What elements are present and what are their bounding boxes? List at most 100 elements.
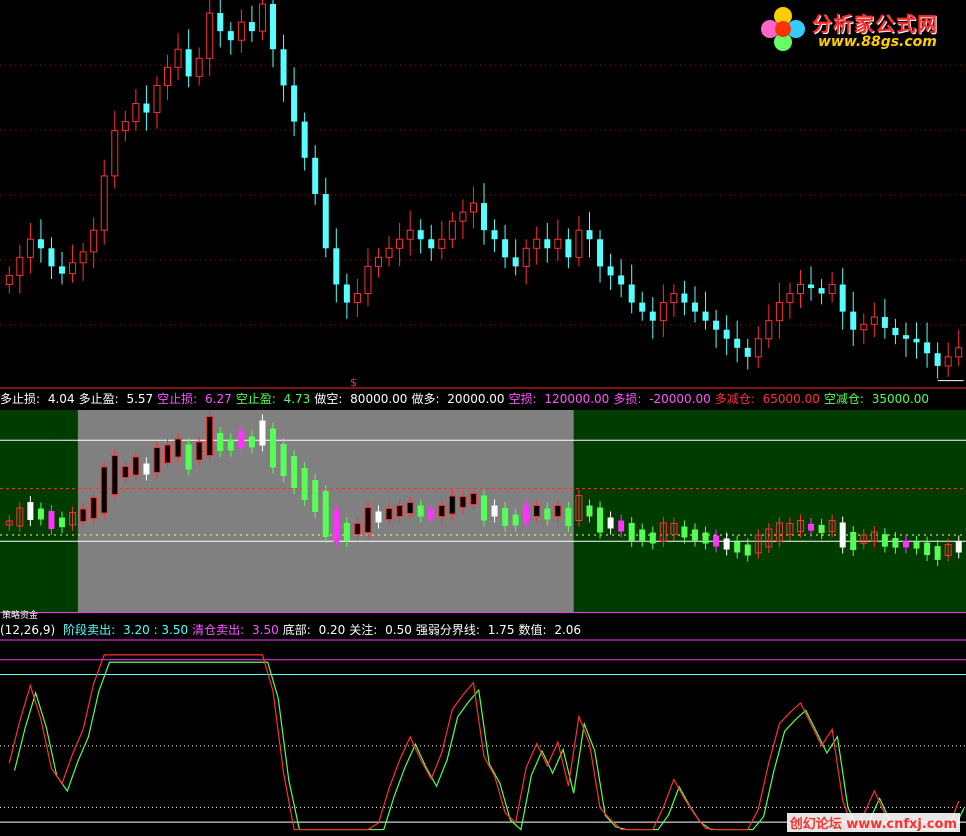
strategy-candle xyxy=(502,508,509,526)
price-candle xyxy=(902,335,909,339)
price-candle xyxy=(16,256,24,276)
strategy-panel xyxy=(0,410,966,612)
strategy-candle xyxy=(301,468,308,500)
strategy-candle xyxy=(343,523,350,541)
price-candle xyxy=(754,338,762,358)
strategy-candle xyxy=(333,510,340,542)
strategy-candle xyxy=(469,493,477,505)
info-bar-item: 多止损: xyxy=(0,392,44,406)
strategy-candle xyxy=(406,502,414,514)
price-candle xyxy=(723,329,730,339)
price-candle xyxy=(828,283,836,295)
strategy-candle xyxy=(79,508,87,522)
price-candle xyxy=(90,229,98,253)
logo-url: www.88gs.com xyxy=(818,34,937,50)
price-candle xyxy=(713,320,720,330)
price-candle xyxy=(628,284,635,303)
price-candle xyxy=(121,121,129,132)
strategy-candle xyxy=(913,541,920,549)
strategy-candle xyxy=(734,541,741,553)
price-candle xyxy=(786,293,794,304)
info-bar-item: 空损: xyxy=(508,392,541,406)
info-bar-item: 做空: xyxy=(314,392,347,406)
price-candle xyxy=(944,356,952,367)
price-candle xyxy=(850,311,857,330)
strategy-candle xyxy=(195,441,203,461)
info-bar-value: 5.57 xyxy=(126,392,154,406)
strategy-candle xyxy=(481,495,487,521)
price-candle xyxy=(301,121,308,158)
strategy-candle xyxy=(417,505,424,517)
strategy-candle xyxy=(375,511,382,523)
price-candle xyxy=(491,230,498,240)
ind-bar-value: 1.75 xyxy=(487,623,515,637)
price-candle xyxy=(860,323,868,331)
price-candle xyxy=(607,266,614,276)
strategy-candle xyxy=(955,541,962,553)
strategy-candle xyxy=(438,505,446,517)
strategy-candle xyxy=(723,538,730,550)
info-bar-item: 多止盈: xyxy=(78,392,123,406)
panel2-label: 策略资金 xyxy=(2,609,38,621)
strategy-candle xyxy=(385,508,393,520)
price-candle xyxy=(448,220,456,240)
strategy-candle xyxy=(164,444,172,464)
strategy-candle xyxy=(364,507,372,533)
flower-icon xyxy=(761,7,805,51)
strategy-candle xyxy=(312,480,319,512)
price-candle xyxy=(100,175,108,231)
info-bar-value: 80000.00 xyxy=(350,392,408,406)
strategy-candle xyxy=(881,534,888,547)
ind-bar-value: 0.50 xyxy=(385,623,412,637)
strategy-candle xyxy=(459,496,467,508)
price-candle xyxy=(575,229,583,258)
strategy-candle xyxy=(217,433,224,451)
strategy-candle xyxy=(533,505,541,517)
ind-bar-value: 3.50 xyxy=(252,623,279,637)
price-candle xyxy=(913,338,920,343)
strategy-candle xyxy=(259,420,266,446)
price-candle xyxy=(659,302,667,322)
strategy-candle xyxy=(586,505,593,517)
chart-canvas: 4.49$ 策略资金 xyxy=(0,0,966,831)
price-candle xyxy=(206,12,214,59)
price-candle xyxy=(69,262,77,275)
strategy-candle xyxy=(691,529,698,541)
price-candle xyxy=(291,85,298,122)
info-bar-value: 20000.00 xyxy=(447,392,505,406)
price-candle xyxy=(870,316,878,325)
price-candle xyxy=(227,31,234,41)
price-candle xyxy=(185,49,192,77)
strategy-candle xyxy=(428,508,435,520)
strategy-candle xyxy=(597,507,604,533)
strategy-candle xyxy=(143,463,150,475)
price-candle xyxy=(364,265,372,295)
strategy-candle xyxy=(544,508,551,520)
strategy-candle xyxy=(353,523,361,535)
strategy-candle xyxy=(491,505,498,517)
strategy-candle xyxy=(808,523,815,531)
price-candle xyxy=(79,251,87,264)
indicator-panel xyxy=(0,654,966,831)
strategy-candle xyxy=(448,495,456,515)
strategy-candle xyxy=(839,522,846,548)
strategy-candle xyxy=(565,508,572,526)
price-candle xyxy=(702,311,709,321)
price-candle xyxy=(248,22,255,32)
price-candle xyxy=(818,288,825,294)
strategy-candle xyxy=(744,544,751,556)
strategy-candle xyxy=(639,529,646,541)
price-candle xyxy=(681,293,688,303)
price-candle xyxy=(270,4,277,50)
info-bar-value: -20000.00 xyxy=(649,392,711,406)
price-candle xyxy=(734,338,741,348)
price-candle xyxy=(280,49,287,86)
signal-marker: $ xyxy=(350,376,357,389)
price-candle xyxy=(143,103,150,113)
ind-bar-item: 清仓卖出: xyxy=(192,623,248,637)
price-candle xyxy=(26,238,34,258)
strategy-candle xyxy=(554,505,562,517)
strategy-candle xyxy=(238,430,245,448)
strategy-candle xyxy=(227,439,234,451)
price-candle xyxy=(111,130,119,177)
